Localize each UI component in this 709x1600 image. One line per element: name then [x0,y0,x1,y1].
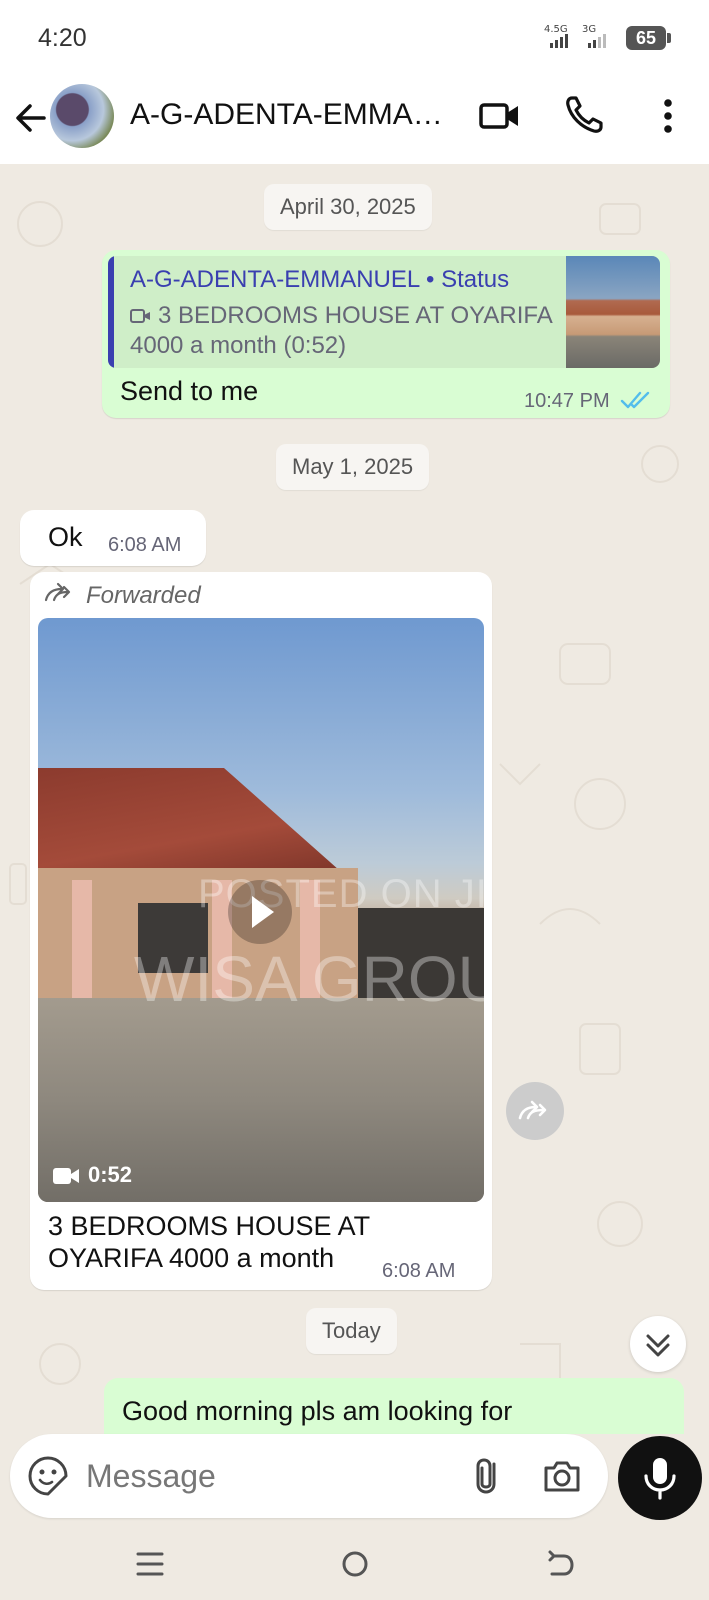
message-text: Ok [48,522,83,552]
paperclip-icon[interactable] [466,1454,510,1498]
contact-name[interactable]: A-G-ADENTA-EMMAN… [130,98,460,132]
message-text: Good morning pls am looking for [122,1396,513,1426]
double-chevron-down-icon [646,1334,670,1357]
microphone-button[interactable] [618,1436,702,1520]
double-check-icon [620,391,650,409]
quote-accent-bar [108,256,114,368]
message-text: Send to me [120,376,259,406]
video-camera-icon[interactable] [476,92,524,140]
phone-icon[interactable] [560,92,608,140]
home-icon[interactable] [335,1544,375,1584]
message-time: 6:08 AM [382,1260,456,1282]
scroll-to-bottom-button[interactable] [630,1316,686,1372]
forwarded-label: Forwarded [86,582,201,609]
battery-icon: 65 [626,26,671,50]
message-input[interactable] [86,1452,456,1500]
camera-icon[interactable] [540,1454,584,1498]
outgoing-message[interactable]: A-G-ADENTA-EMMANUEL • Status 3 BEDROOMS … [102,250,670,418]
more-vertical-icon[interactable] [644,92,692,140]
signal-icon: 4.5G [544,24,574,48]
recent-apps-icon[interactable] [130,1544,170,1584]
date-chip: May 1, 2025 [276,444,430,490]
house-roof [38,768,348,878]
video-thumbnail[interactable]: POSTED ON JIJI WISA GROUP 0:52 [38,618,484,1202]
forward-button[interactable] [506,1082,564,1140]
message-time: 6:08 AM [108,534,182,556]
play-icon[interactable] [228,880,292,944]
back-nav-icon[interactable] [540,1544,580,1584]
date-chip: Today [306,1308,397,1354]
message-time: 10:47 PM [524,390,610,412]
forwarded-icon [44,582,71,602]
microphone-icon [644,1458,676,1500]
quoted-status[interactable]: A-G-ADENTA-EMMANUEL • Status 3 BEDROOMS … [108,256,660,368]
video-camera-icon [53,1168,79,1184]
status-time: 4:20 [38,24,87,52]
quote-line-2: 4000 a month (0:52) [130,332,347,359]
contact-avatar[interactable] [50,84,114,148]
quote-line: 3 BEDROOMS HOUSE AT OYARIFA [130,302,553,330]
status-bar: 4:20 4.5G 3G 65 [0,0,709,76]
system-nav-bar [0,1528,709,1600]
quote-author: A-G-ADENTA-EMMANUEL • Status [130,266,510,293]
video-caption: 3 BEDROOMS HOUSE AT OYARIFA 4000 a month [48,1211,370,1273]
arrow-left-icon[interactable] [14,96,50,140]
incoming-video-message[interactable]: Forwarded POSTED ON JIJI WISA GROUP 0:52… [30,572,492,1290]
watermark-line-2: WISA GROUP [134,943,484,1015]
date-chip: April 30, 2025 [264,184,432,230]
video-duration: 0:52 [88,1162,133,1187]
chat-header: A-G-ADENTA-EMMAN… [0,76,709,164]
incoming-message[interactable]: Ok 6:08 AM [20,510,206,566]
quote-thumbnail [566,256,660,368]
chat-area[interactable]: April 30, 2025 A-G-ADENTA-EMMANUEL • Sta… [0,164,709,1434]
outgoing-message-partial[interactable]: Good morning pls am looking for [104,1378,684,1434]
video-icon [130,309,150,323]
house-pillar [72,880,92,1010]
sticker-icon[interactable] [26,1454,70,1498]
message-composer [10,1434,608,1518]
signal-icon-secondary: 3G [582,24,612,48]
